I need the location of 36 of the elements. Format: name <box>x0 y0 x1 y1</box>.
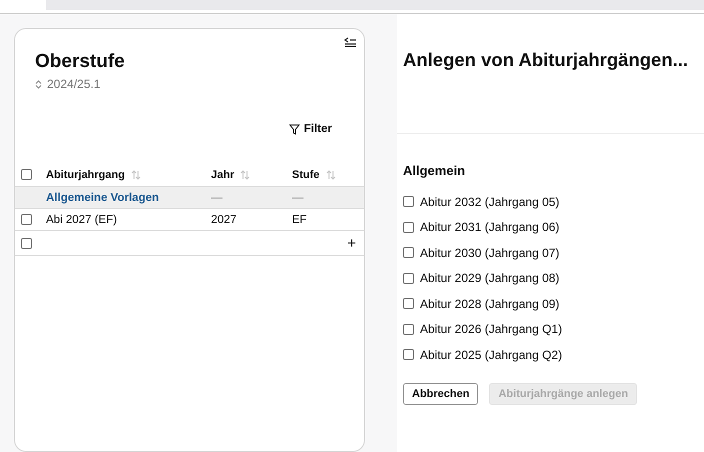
group-label[interactable]: Allgemeine Vorlagen <box>46 192 211 204</box>
checkbox[interactable] <box>403 349 414 360</box>
page-title: Oberstufe <box>35 51 125 73</box>
dialog-title: Anlegen von Abiturjahrgängen... <box>403 49 688 71</box>
checkbox[interactable] <box>403 222 414 233</box>
empty-cell-text: — <box>211 192 224 204</box>
checkbox[interactable] <box>403 247 414 258</box>
table-cell-text: 2027 <box>211 214 238 226</box>
option-label[interactable]: Abitur 2031 (Jahrgang 06) <box>420 220 560 234</box>
checkbox[interactable] <box>403 324 414 335</box>
option-label[interactable]: Abitur 2025 (Jahrgang Q2) <box>420 348 562 362</box>
checkbox[interactable] <box>21 238 32 248</box>
filter-button[interactable]: Filter <box>286 121 334 137</box>
checkbox[interactable] <box>403 298 414 310</box>
filter-icon <box>288 124 300 134</box>
option-label[interactable]: Abitur 2028 (Jahrgang 09) <box>420 296 560 311</box>
table-cell-text: Abi 2027 (EF) <box>46 214 118 226</box>
checkbox[interactable] <box>21 214 32 225</box>
option-label[interactable]: Abitur 2026 (Jahrgang Q1) <box>420 322 562 336</box>
checkbox[interactable] <box>403 196 414 208</box>
collapse-sidebar-icon[interactable] <box>344 37 356 47</box>
column-header[interactable]: Stufe <box>292 168 320 180</box>
chevron-up-down-icon[interactable] <box>35 80 42 88</box>
table-cell-text: EF <box>292 214 308 226</box>
column-header[interactable]: Abiturjahrgang <box>46 168 125 180</box>
option-label[interactable]: Abitur 2030 (Jahrgang 07) <box>420 246 560 260</box>
option-label[interactable]: Abitur 2032 (Jahrgang 05) <box>420 194 560 209</box>
column-header[interactable]: Jahr <box>211 168 234 180</box>
section-heading: Allgemein <box>403 163 466 178</box>
add-button[interactable]: + <box>347 234 356 252</box>
cancel-button[interactable]: Abbrechen <box>403 382 478 404</box>
option-label[interactable]: Abitur 2029 (Jahrgang 08) <box>420 271 560 286</box>
checkbox[interactable] <box>21 169 32 180</box>
checkbox[interactable] <box>403 272 414 284</box>
school-year[interactable]: 2024/25.1 <box>47 77 100 91</box>
empty-cell-text: — <box>292 192 304 204</box>
